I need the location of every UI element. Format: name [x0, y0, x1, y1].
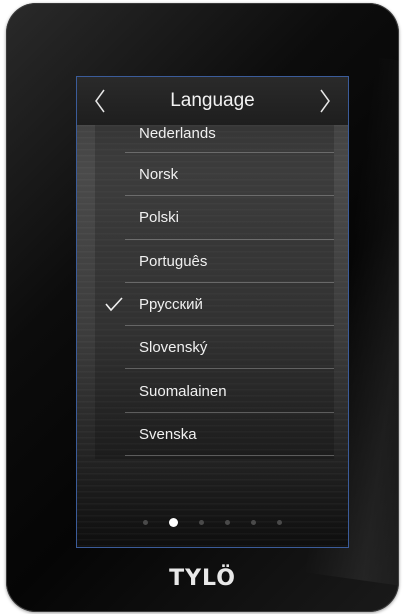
page-dot-active[interactable] — [169, 518, 178, 527]
page-dot[interactable] — [277, 520, 282, 525]
language-option[interactable]: Português — [77, 240, 348, 283]
page-dot[interactable] — [225, 520, 230, 525]
language-label: Pрусский — [139, 296, 203, 314]
brand-logo: TYLÖ — [169, 566, 236, 591]
chevron-right-icon — [320, 89, 330, 113]
language-label: Slovenský — [139, 339, 208, 357]
language-label: Suomalainen — [139, 382, 227, 400]
language-label: Português — [139, 252, 208, 270]
page-indicator — [77, 518, 348, 527]
language-option[interactable]: Nederlands — [77, 125, 348, 153]
language-option[interactable]: Pрусский — [77, 283, 348, 327]
language-list: Nederlands Norsk Polski Português Pрусский Sl… — [77, 125, 348, 457]
language-label: Svenska — [139, 425, 197, 443]
control-panel-device: Language Nederlands Norsk Polski Português P… — [6, 3, 399, 612]
language-label: Nederlands — [139, 125, 216, 142]
page-dot[interactable] — [143, 520, 148, 525]
screen-header: Language — [77, 77, 348, 126]
language-option[interactable]: Slovenský — [77, 326, 348, 370]
divider — [125, 455, 334, 457]
language-option[interactable]: Svenska — [77, 413, 348, 457]
page-title: Language — [170, 90, 255, 111]
next-button[interactable] — [310, 87, 340, 115]
language-label: Norsk — [139, 166, 179, 184]
language-option[interactable]: Suomalainen — [77, 369, 348, 413]
language-option[interactable]: Norsk — [77, 153, 348, 197]
page-dot[interactable] — [251, 520, 256, 525]
checkmark-icon — [105, 297, 123, 312]
language-option[interactable]: Polski — [77, 196, 348, 240]
page-dot[interactable] — [199, 520, 204, 525]
touch-screen: Language Nederlands Norsk Polski Português P… — [76, 76, 349, 548]
language-label: Polski — [139, 209, 180, 227]
